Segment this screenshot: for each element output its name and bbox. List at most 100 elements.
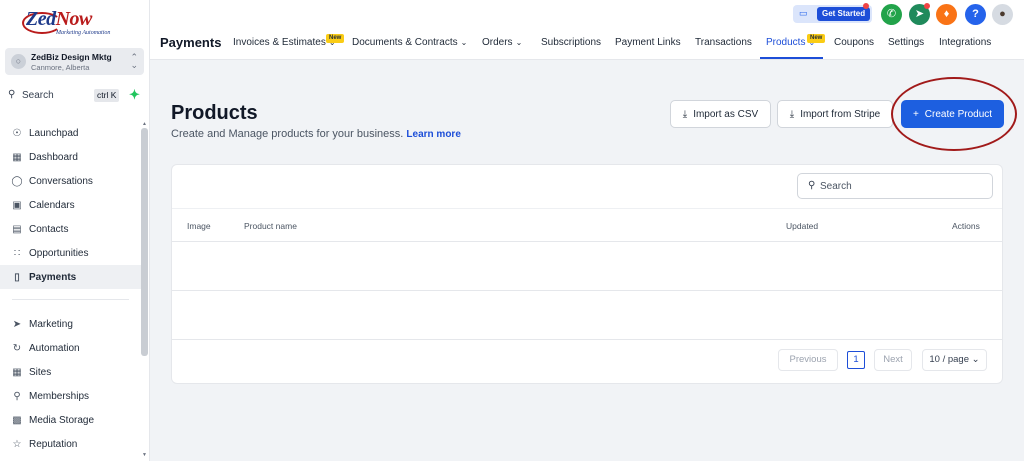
active-tab-indicator	[760, 57, 823, 59]
scroll-up-icon[interactable]: ▲	[142, 121, 147, 127]
account-name: ZedBiz Design Mktg	[31, 52, 112, 62]
user-avatar[interactable]: ●	[992, 4, 1013, 25]
bell-icon[interactable]: ♦	[936, 4, 957, 25]
sidebar-item-dashboard[interactable]: ▦ Dashboard	[0, 145, 141, 169]
sidebar-item-reputation[interactable]: ☆ Reputation	[0, 432, 141, 456]
tab-invoices-estimates[interactable]: Invoices & Estimates⌄New	[233, 34, 345, 48]
sidebar-divider	[12, 299, 129, 300]
sidebar-nav: ☉ Launchpad ▦ Dashboard ◯ Conversations ▣ Ca…	[0, 121, 141, 456]
sidebar-search-label: Search	[22, 90, 54, 101]
sidebar-item-marketing[interactable]: ➤ Marketing	[0, 312, 141, 336]
tab-transactions[interactable]: Transactions	[695, 37, 752, 48]
next-page-button[interactable]: Next	[874, 349, 912, 371]
quick-add-icon[interactable]: ✦	[129, 87, 140, 103]
tab-orders[interactable]: Orders ⌄	[482, 37, 522, 48]
sidebar-scrollbar[interactable]	[141, 128, 148, 356]
new-badge: New	[807, 34, 826, 43]
search-icon: ⚲	[8, 89, 16, 100]
automation-icon: ↻	[12, 342, 22, 354]
products-table-card: ⚲ Image Product name Updated Actions Pre…	[171, 164, 1003, 384]
tab-label: Invoices & Estimates	[233, 37, 326, 48]
tab-label: Products	[766, 37, 806, 48]
table-row	[172, 242, 1002, 291]
column-updated[interactable]: Updated	[786, 221, 818, 231]
tab-label: Orders	[482, 37, 513, 48]
payments-tabs: Payments Invoices & Estimates⌄New Docume…	[150, 30, 1024, 60]
account-switcher[interactable]: ○ ZedBiz Design Mktg Canmore, Alberta ⌃ ⌄	[5, 48, 144, 75]
import-stripe-button[interactable]: ⤓ Import from Stripe	[777, 100, 893, 128]
sidebar-item-sites[interactable]: ▦ Sites	[0, 360, 141, 384]
previous-page-button[interactable]: Previous	[778, 349, 838, 371]
sidebar-item-calendars[interactable]: ▣ Calendars	[0, 193, 141, 217]
sidebar-item-label: Opportunities	[29, 247, 89, 259]
location-avatar-icon: ○	[11, 54, 26, 69]
tab-products[interactable]: Products⌄New	[766, 34, 826, 48]
sidebar-item-label: Calendars	[29, 199, 75, 211]
chevron-down-icon: ⌄	[515, 38, 523, 47]
sidebar-item-launchpad[interactable]: ☉ Launchpad	[0, 121, 141, 145]
sidebar-item-memberships[interactable]: ⚲ Memberships	[0, 384, 141, 408]
table-row	[172, 291, 1002, 340]
scroll-down-icon[interactable]: ▼	[142, 452, 147, 458]
notification-dot	[863, 3, 869, 9]
top-bar: ▭ Get Started ✆ ➤ ♦ ? ● Payments Invoice…	[150, 0, 1024, 60]
sidebar-search[interactable]: ⚲ Search ctrl K ✦	[5, 86, 143, 106]
phone-icon[interactable]: ✆	[881, 4, 902, 25]
sidebar-item-media-storage[interactable]: ▩ Media Storage	[0, 408, 141, 432]
sidebar-item-label: Memberships	[29, 390, 90, 402]
contacts-icon: ▤	[12, 223, 22, 235]
sidebar-item-opportunities[interactable]: ∷ Opportunities	[0, 241, 141, 265]
page-subtitle: Create and Manage products for your busi…	[171, 128, 461, 140]
image-icon: ▩	[12, 414, 22, 426]
tab-coupons[interactable]: Coupons	[834, 37, 874, 48]
sidebar-item-label: Reputation	[29, 438, 78, 450]
sidebar-item-label: Launchpad	[29, 127, 79, 139]
sidebar-item-payments[interactable]: ▯ Payments	[0, 265, 141, 289]
tab-payment-links[interactable]: Payment Links	[615, 37, 681, 48]
product-search[interactable]: ⚲	[797, 173, 993, 199]
sidebar-item-label: Automation	[29, 342, 80, 354]
get-started-button[interactable]: Get Started	[817, 7, 871, 21]
sidebar-item-label: Media Storage	[29, 414, 95, 426]
learn-more-link[interactable]: Learn more	[406, 129, 460, 140]
sidebar-item-label: Sites	[29, 366, 52, 378]
column-product-name[interactable]: Product name	[244, 221, 297, 231]
download-icon: ⤓	[682, 108, 688, 120]
column-image: Image	[187, 221, 211, 231]
tab-documents-contracts[interactable]: Documents & Contracts ⌄	[352, 37, 467, 48]
tab-subscriptions[interactable]: Subscriptions	[541, 37, 601, 48]
account-location: Canmore, Alberta	[31, 63, 90, 72]
send-icon: ➤	[12, 318, 22, 330]
star-icon: ☆	[12, 438, 22, 450]
import-csv-button[interactable]: ⤓ Import as CSV	[670, 100, 771, 128]
calendar-icon: ▣	[12, 199, 22, 211]
sidebar-item-conversations[interactable]: ◯ Conversations	[0, 169, 141, 193]
sidebar-item-contacts[interactable]: ▤ Contacts	[0, 217, 141, 241]
search-icon: ⚲	[808, 180, 816, 191]
logo[interactable]: ZedNow Marketing Automation	[22, 8, 132, 38]
sidebar-item-label: Contacts	[29, 223, 69, 235]
get-started-widget[interactable]: ▭ Get Started	[793, 3, 872, 23]
help-icon[interactable]: ?	[965, 4, 986, 25]
search-shortcut: ctrl K	[94, 89, 120, 102]
opportunities-icon: ∷	[13, 247, 21, 259]
chevron-down-icon: ⌄	[460, 38, 468, 47]
page-size-select[interactable]: 10 / page ⌄	[922, 349, 987, 371]
notification-dot	[924, 3, 930, 9]
page-number-button[interactable]: 1	[847, 351, 865, 369]
button-label: Import as CSV	[693, 108, 759, 120]
sidebar: ZedNow Marketing Automation ○ ZedBiz Des…	[0, 0, 150, 461]
sidebar-item-label: Conversations	[29, 175, 93, 187]
section-title: Payments	[160, 35, 222, 50]
sidebar-item-automation[interactable]: ↻ Automation	[0, 336, 141, 360]
table-header: Image Product name Updated Actions	[172, 208, 1002, 242]
subtitle-text: Create and Manage products for your busi…	[171, 128, 404, 140]
chevron-updown-icon: ⌃ ⌄	[130, 52, 138, 70]
logo-tagline: Marketing Automation	[56, 30, 111, 36]
tab-integrations[interactable]: Integrations	[939, 37, 991, 48]
rocket-icon: ☉	[12, 127, 22, 139]
tab-settings[interactable]: Settings	[888, 37, 924, 48]
megaphone-icon[interactable]: ➤	[909, 3, 930, 25]
product-search-input[interactable]	[820, 178, 980, 194]
download-icon: ⤓	[789, 108, 795, 120]
